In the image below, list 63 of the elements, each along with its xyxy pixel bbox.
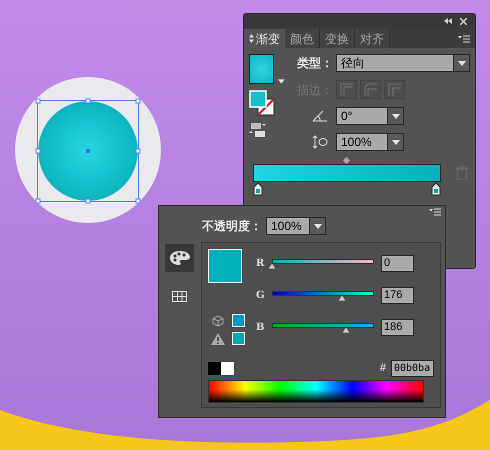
selection-handle[interactable] <box>136 198 140 204</box>
close-icon[interactable] <box>460 18 467 24</box>
dropdown[interactable]: 100% <box>336 133 404 151</box>
palette-mode-button[interactable] <box>165 244 194 272</box>
dropdown-value: 径向 <box>340 55 366 71</box>
dropdown-value: 0° <box>340 108 354 124</box>
channel-slider[interactable] <box>272 322 374 333</box>
default-stroke-swatch[interactable] <box>221 362 234 375</box>
dropdown-value: 100% <box>340 134 373 150</box>
selection-handle[interactable] <box>36 148 40 154</box>
type-label: 类型： <box>297 55 333 72</box>
channel-value-field[interactable]: 0 <box>381 255 414 272</box>
caret-icon <box>314 224 322 228</box>
dropdown[interactable]: 径向 <box>336 54 470 72</box>
angle-icon <box>312 110 328 122</box>
collapse-icon[interactable] <box>444 18 452 24</box>
channel-label: R <box>256 257 265 271</box>
caret-icon <box>392 114 400 118</box>
slider-thumb[interactable] <box>268 263 276 269</box>
selection-handle[interactable] <box>136 98 140 104</box>
selection-handle[interactable] <box>36 98 40 104</box>
dropdown[interactable]: 0° <box>336 107 404 125</box>
color-swatch[interactable] <box>208 249 242 283</box>
panel-tab[interactable]: 渐变 <box>244 29 285 48</box>
expand-icon <box>249 34 254 43</box>
swatch-caret-icon <box>278 79 285 84</box>
hex-label: # <box>380 361 386 376</box>
channel-slider[interactable] <box>272 290 374 301</box>
selection-handle[interactable] <box>136 148 140 154</box>
gradient-stroke-icon[interactable] <box>249 122 267 138</box>
color-stop-icon[interactable] <box>431 182 441 196</box>
color-stop-icon[interactable] <box>253 182 263 196</box>
color-spectrum[interactable] <box>208 380 424 403</box>
selection-handle[interactable] <box>36 198 40 204</box>
palette-icon <box>170 251 190 265</box>
gradient-preview[interactable] <box>253 164 441 182</box>
aspect-ratio-icon <box>312 135 328 149</box>
panel-tab[interactable]: 对齐 <box>355 29 390 48</box>
cube-icon <box>212 314 224 326</box>
panel-menu-icon[interactable] <box>429 208 441 216</box>
selection-handle[interactable] <box>86 198 90 204</box>
channel-value-field[interactable]: 176 <box>381 287 414 304</box>
channel-label: B <box>256 321 265 335</box>
center-point <box>86 149 90 153</box>
opacity-label: 不透明度： <box>202 218 262 235</box>
dropdown[interactable]: 100% <box>266 217 326 235</box>
default-fill-swatch[interactable] <box>208 362 221 375</box>
grid-icon <box>172 290 187 302</box>
gradient-swatch[interactable] <box>249 54 274 84</box>
caret-icon <box>392 140 400 144</box>
panel-tab[interactable]: 颜色 <box>285 29 320 48</box>
selection-handle[interactable] <box>86 98 90 104</box>
hex-value-field[interactable]: 00b0ba <box>391 360 434 377</box>
channel-value-field[interactable]: 186 <box>381 319 414 336</box>
panel-menu-icon[interactable] <box>458 35 470 43</box>
channel-label: G <box>256 289 265 303</box>
caret-icon <box>458 60 466 66</box>
fill-stroke-icon[interactable] <box>249 90 275 116</box>
warning-icon <box>211 332 225 344</box>
gamut-swatch[interactable] <box>232 332 245 345</box>
panel-tab[interactable]: 变换 <box>320 29 355 48</box>
dropdown-value: 100% <box>270 218 303 234</box>
web-safe-swatch[interactable] <box>232 314 245 327</box>
